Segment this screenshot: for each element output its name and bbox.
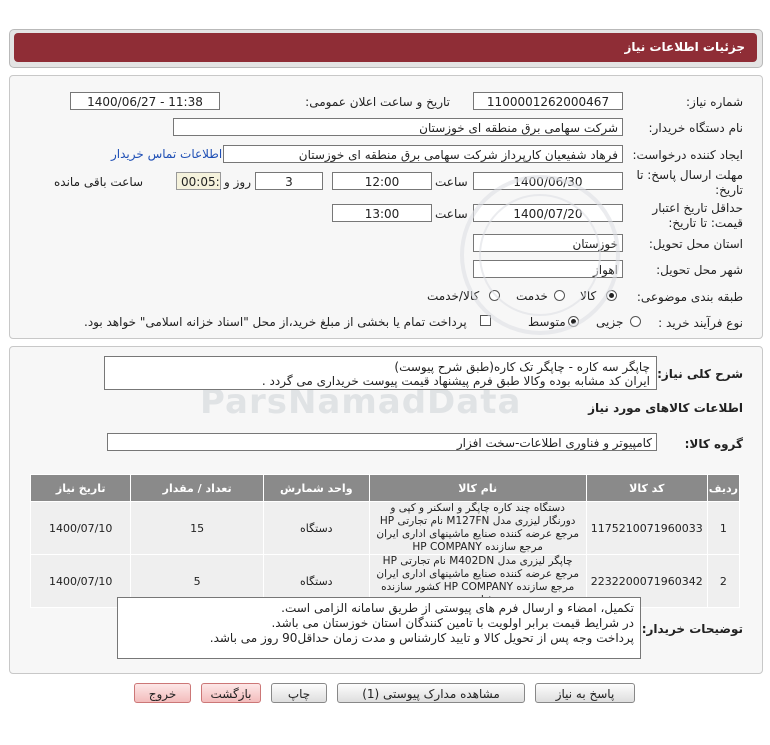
announce-label: تاریخ و ساعت اعلان عمومی: <box>305 95 450 109</box>
reply-button[interactable]: پاسخ به نیاز <box>535 683 635 703</box>
payment-note: پرداخت تمام یا بخشی از مبلغ خرید،از محل … <box>84 315 467 329</box>
cell-row: 1 <box>706 501 741 555</box>
category-label: طبقه بندی موضوعی: <box>636 290 743 304</box>
remaining-time-field: 00:05:15 <box>176 172 221 190</box>
cell-code: 1175210071960033 <box>585 501 708 555</box>
validity-label-date: قیمت: تا تاریخ: <box>668 216 743 230</box>
table-row[interactable]: 1 1175210071960033 دستگاه چند کاره چاپگر… <box>29 501 741 555</box>
deadline-label-date: تاریخ: <box>715 183 743 197</box>
cell-qty: 15 <box>130 501 264 555</box>
process-label: نوع فرآیند خرید : <box>658 316 743 330</box>
table-header-row: ردیف کد کالا نام کالا واحد شمارش تعداد /… <box>29 474 741 502</box>
buyer-notes-line-1: تکمیل، امضاء و ارسال فرم های پیوستی از ط… <box>281 601 634 615</box>
goods-group-field[interactable]: کامپیوتر و فناوری اطلاعات-سخت افزار <box>107 433 657 451</box>
validity-label: حداقل تاریخ اعتبار <box>652 201 743 215</box>
goods-section-title: اطلاعات کالاهای مورد نیاز <box>588 401 743 415</box>
view-attachments-button[interactable]: مشاهده مدارک پیوستی (1) <box>337 683 525 703</box>
cell-date: 1400/07/10 <box>29 554 132 608</box>
cell-date: 1400/07/10 <box>29 501 132 555</box>
col-row: ردیف <box>706 474 741 502</box>
goods-group-label: گروه کالا: <box>684 437 743 451</box>
goods-table: ردیف کد کالا نام کالا واحد شمارش تعداد /… <box>29 474 741 608</box>
col-unit: واحد شمارش <box>262 474 370 502</box>
buyer-org-field[interactable]: شرکت سهامی برق منطقه ای خوزستان <box>173 118 623 136</box>
col-qty: تعداد / مقدار <box>130 474 264 502</box>
description-box: چاپگر سه کاره - چاپگر تک کاره(طبق شرح پی… <box>104 356 657 390</box>
buyer-notes-label: توضیحات خریدار: <box>641 622 743 636</box>
validity-time-field[interactable]: 13:00 <box>332 204 432 222</box>
page-title: جزئیات اطلاعات نیاز <box>624 40 745 54</box>
need-number-field[interactable]: 1100001262000467 <box>473 92 623 110</box>
exit-button[interactable]: خروج <box>134 683 191 703</box>
deadline-time-field[interactable]: 12:00 <box>332 172 432 190</box>
creator-label: ایجاد کننده درخواست: <box>632 148 743 162</box>
print-button[interactable]: چاپ <box>271 683 327 703</box>
back-button[interactable]: بازگشت <box>201 683 261 703</box>
col-name: نام کالا <box>368 474 587 502</box>
cell-row: 2 <box>706 554 741 608</box>
buyer-notes-line-3: پرداخت وجه پس از تحویل کالا و تایید کارش… <box>209 631 634 645</box>
deadline-label: مهلت ارسال پاسخ: تا <box>636 168 743 182</box>
cell-unit: دستگاه <box>262 501 370 555</box>
watermark-seal <box>460 175 620 335</box>
cell-name: دستگاه چند کاره چاپگر و اسکنر و کپی و دو… <box>368 501 587 555</box>
days-label: روز و <box>224 175 251 189</box>
remaining-label: ساعت باقی مانده <box>54 175 144 189</box>
city-label: شهر محل تحویل: <box>656 263 743 277</box>
description-line-2: ایران کد مشابه بوده وکالا طبق فرم پیشنها… <box>261 374 650 388</box>
province-label: استان محل تحویل: <box>648 237 743 251</box>
creator-field[interactable]: فرهاد شفیعیان کارپرداز شرکت سهامی برق من… <box>223 145 623 163</box>
header-bar: جزئیات اطلاعات نیاز <box>14 33 757 62</box>
buyer-notes-box: تکمیل، امضاء و ارسال فرم های پیوستی از ط… <box>117 597 641 659</box>
contact-buyer-link[interactable]: اطلاعات تماس خریدار <box>111 147 222 161</box>
col-code: کد کالا <box>585 474 708 502</box>
col-date: تاریخ نیاز <box>29 474 132 502</box>
announce-field[interactable]: 1400/06/27 - 11:38 <box>70 92 220 110</box>
description-line-1: چاپگر سه کاره - چاپگر تک کاره(طبق شرح پی… <box>394 360 650 374</box>
days-field[interactable]: 3 <box>255 172 323 190</box>
description-label: شرح کلی نیاز: <box>657 367 743 381</box>
need-number-label: شماره نیاز: <box>686 95 743 109</box>
buyer-notes-line-2: در شرایط قیمت برابر اولویت با تامین کنند… <box>271 616 634 630</box>
buyer-org-label: نام دستگاه خریدار: <box>648 121 744 135</box>
